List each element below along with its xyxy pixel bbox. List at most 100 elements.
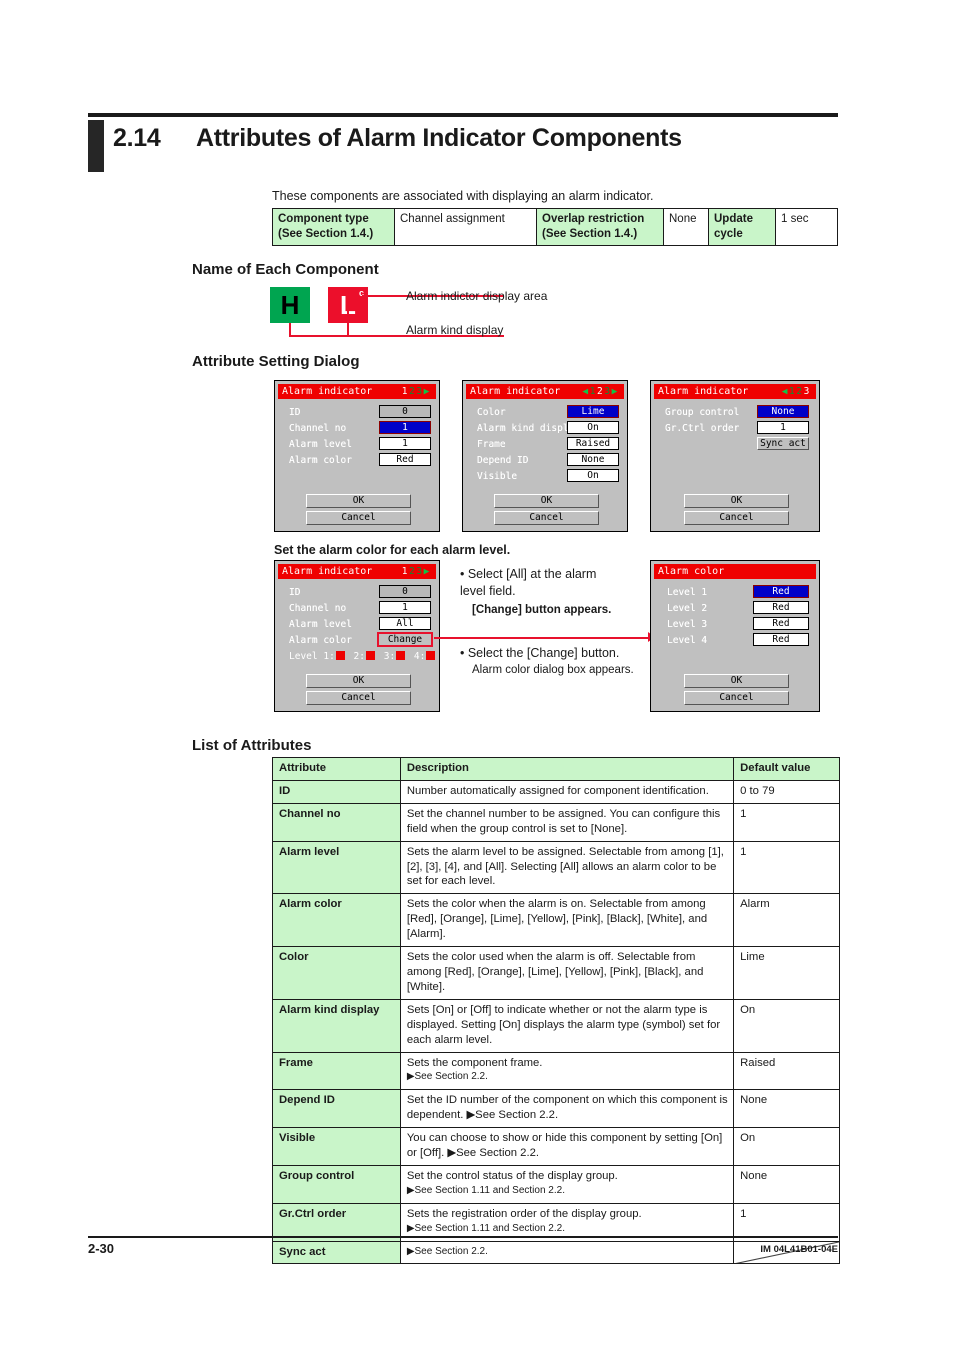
- field-value-level-4[interactable]: Red: [753, 633, 809, 646]
- table-row: Frame Sets the component frame. ▶See Sec…: [272, 1051, 840, 1091]
- connector-line-change-to-dialog: [434, 637, 652, 639]
- attribute-name: Color: [272, 946, 401, 1000]
- alarm-level-color-swatches[interactable]: Level 1: 2: 3: 4:: [289, 651, 438, 662]
- field-value-level-1[interactable]: Red: [753, 585, 809, 598]
- level-3-color-swatch[interactable]: [396, 651, 406, 660]
- table-row: Alarm level Sets the alarm level to be a…: [272, 840, 840, 895]
- heading-attribute-setting-dialog: Attribute Setting Dialog: [192, 353, 360, 370]
- attribute-description: Number automatically assigned for compon…: [399, 779, 735, 804]
- page-number: 2-30: [88, 1241, 115, 1256]
- callout-kind-display: Alarm kind display: [406, 323, 504, 337]
- field-value-color[interactable]: Lime: [567, 405, 619, 418]
- ok-button[interactable]: OK: [684, 674, 789, 688]
- instruction-note-2: Alarm color dialog box appears.: [472, 664, 634, 676]
- field-label-alarm-kind-display: Alarm kind display: [477, 423, 580, 434]
- field-value-alarm-color[interactable]: Red: [379, 453, 431, 466]
- dialog-titlebar: Alarm color: [654, 564, 816, 579]
- ok-button[interactable]: OK: [306, 494, 411, 508]
- cancel-button[interactable]: Cancel: [494, 511, 599, 525]
- instruction-step-1: • Select [All] at the alarm level field.: [460, 567, 597, 598]
- title-accent-bar: [88, 120, 104, 172]
- field-value-depend-id[interactable]: None: [567, 453, 619, 466]
- ok-button[interactable]: OK: [494, 494, 599, 508]
- dialog-alarm-indicator-page1[interactable]: Alarm indicator 123▶ ID 0 Channel no 1 A…: [274, 380, 440, 532]
- attribute-default: 0 to 79: [733, 779, 840, 804]
- field-label-alarm-level: Alarm level: [289, 619, 352, 630]
- table-header-row: Attribute Description Default value: [272, 757, 840, 781]
- field-label-color: Color: [477, 407, 506, 418]
- attribute-name: Frame: [272, 1051, 401, 1091]
- attribute-description: Sets the component frame. ▶See Section 2…: [399, 1051, 735, 1091]
- field-value-frame[interactable]: Raised: [567, 437, 619, 450]
- field-value-channel-no[interactable]: 1: [379, 601, 431, 614]
- attribute-description: Set the channel number to be assigned. Y…: [399, 802, 735, 842]
- field-value-level-2[interactable]: Red: [753, 601, 809, 614]
- summary-value-overlap: None: [663, 207, 709, 247]
- column-header-attribute: Attribute: [272, 757, 401, 781]
- ok-button[interactable]: OK: [306, 674, 411, 688]
- document-page: 2.14 Attributes of Alarm Indicator Compo…: [0, 0, 954, 1350]
- attribute-default: Lime: [733, 946, 840, 1000]
- field-value-level-3[interactable]: Red: [753, 617, 809, 630]
- dialog-alarm-indicator-page2[interactable]: Alarm indicator ◀123▶ Color Lime Alarm k…: [462, 380, 628, 532]
- dialog-page-nav[interactable]: ◀123: [782, 384, 811, 399]
- cancel-button[interactable]: Cancel: [306, 691, 411, 705]
- attribute-name: Visible: [272, 1127, 401, 1166]
- table-row: ID Number automatically assigned for com…: [272, 779, 840, 804]
- field-value-id[interactable]: 0: [379, 405, 431, 418]
- table-row: Group control Set the control status of …: [272, 1164, 840, 1204]
- attribute-description: ▶See Section 2.2.: [399, 1240, 735, 1265]
- field-label-alarm-level: Alarm level: [289, 439, 352, 450]
- field-label-frame: Frame: [477, 439, 506, 450]
- attribute-name: Alarm color: [272, 893, 401, 948]
- field-value-alarm-level[interactable]: 1: [379, 437, 431, 450]
- dialog-alarm-color[interactable]: Alarm color Level 1 Red Level 2 Red Leve…: [650, 560, 820, 712]
- level-1-color-swatch[interactable]: [335, 651, 345, 660]
- field-value-id[interactable]: 0: [379, 585, 431, 598]
- see-section-ref: ▶See Section 1.11 and Section 2.2.: [406, 1184, 565, 1196]
- ok-button[interactable]: OK: [684, 494, 789, 508]
- dialog-page-nav[interactable]: 123▶: [402, 384, 431, 399]
- attribute-default: 1: [733, 840, 840, 895]
- dialog-alarm-indicator-page3[interactable]: Alarm indicator ◀123 Group control None …: [650, 380, 820, 532]
- field-label-level-4: Level 4: [667, 635, 708, 646]
- document-code: IM 04L41B01-04E: [760, 1244, 838, 1255]
- level-4-color-swatch[interactable]: [426, 651, 436, 660]
- change-button[interactable]: Change: [377, 632, 433, 647]
- dialog-titlebar: Alarm indicator 123▶: [278, 384, 436, 399]
- field-label-level-2: Level 2: [667, 603, 708, 614]
- field-label-id: ID: [289, 407, 301, 418]
- field-value-grctrl-order[interactable]: 1: [757, 421, 809, 434]
- field-value-alarm-kind-display[interactable]: On: [567, 421, 619, 434]
- attribute-name: Group control: [272, 1164, 401, 1204]
- attribute-default: None: [733, 1164, 840, 1204]
- field-label-level-3: Level 3: [667, 619, 708, 630]
- field-label-depend-id: Depend ID: [477, 455, 529, 466]
- cancel-button[interactable]: Cancel: [684, 511, 789, 525]
- attribute-description: Set the control status of the display gr…: [399, 1164, 735, 1204]
- callout-display-area: Alarm indictor display area: [406, 289, 548, 303]
- dialog-page-nav[interactable]: 123▶: [402, 564, 431, 579]
- attribute-default: 1: [733, 802, 840, 842]
- page-title: Attributes of Alarm Indicator Components: [196, 124, 682, 152]
- field-value-channel-no[interactable]: 1: [379, 421, 431, 434]
- field-value-alarm-level[interactable]: All: [379, 617, 431, 630]
- heading-list-of-attributes: List of Attributes: [192, 737, 312, 754]
- table-row: Sync act ▶See Section 2.2.: [272, 1240, 840, 1265]
- component-summary-table: Component type (See Section 1.4.) Channe…: [272, 207, 838, 247]
- dialog-alarm-indicator-all-levels[interactable]: Alarm indicator 123▶ ID 0 Channel no 1 A…: [274, 560, 440, 712]
- attributes-table: Attribute Description Default value ID N…: [272, 757, 840, 1265]
- level-2-color-swatch[interactable]: [365, 651, 375, 660]
- field-value-visible[interactable]: On: [567, 469, 619, 482]
- cancel-button[interactable]: Cancel: [306, 511, 411, 525]
- instruction-note-1: [Change] button appears.: [472, 604, 612, 616]
- cancel-button[interactable]: Cancel: [684, 691, 789, 705]
- sync-act-button[interactable]: Sync act: [757, 437, 809, 450]
- field-label-alarm-color: Alarm color: [289, 635, 352, 646]
- field-label-visible: Visible: [477, 471, 518, 482]
- field-label-alarm-color: Alarm color: [289, 455, 352, 466]
- field-value-group-control[interactable]: None: [757, 405, 809, 418]
- field-label-grctrl-order: Gr.Ctrl order: [665, 423, 740, 434]
- dialog-page-nav[interactable]: ◀123▶: [582, 384, 619, 399]
- nav-next-icon: ▶: [423, 386, 431, 397]
